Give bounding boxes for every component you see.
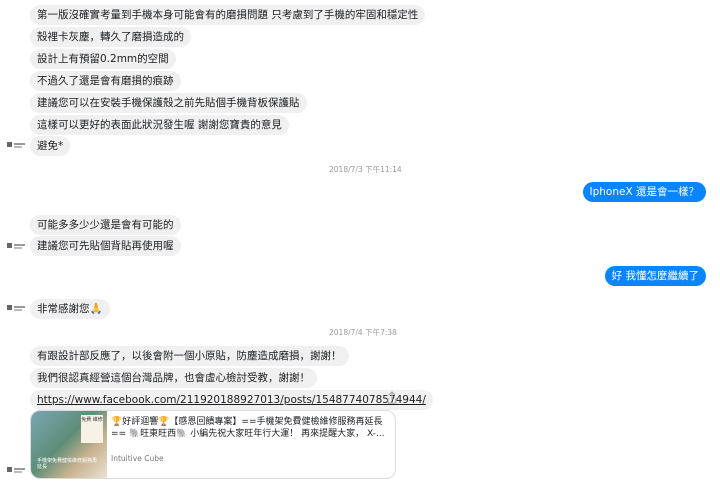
message-bubble: 殼裡卡灰塵，轉久了磨損造成的 [30, 27, 191, 47]
page-avatar[interactable] [6, 302, 26, 314]
thumbnail-caption: 手機架免費健檢維修服務再延長 [37, 458, 98, 470]
page-avatar[interactable] [6, 139, 26, 151]
page-avatar[interactable] [6, 240, 26, 252]
message-bubble: 建議您可以在安裝手機保護殼之前先貼個手機背板保護貼 [30, 93, 307, 113]
post-link[interactable]: https://www.facebook.com/211920188927013… [37, 394, 426, 406]
page-avatar[interactable] [6, 464, 26, 476]
preview-text: 🏆好評迴響🏆【感恩回饋專案】==手機架免費健檢維修服務再延長== 🐘旺東旺西🐘 … [111, 417, 385, 439]
message-bubble: 這樣可以更好的表面此狀況發生喔 謝謝您寶貴的意見 [30, 115, 289, 135]
message-bubble: https://www.facebook.com/211920188927013… [30, 390, 433, 410]
timestamp: 2018/7/4 下午7:38 [329, 328, 397, 337]
message-bubble: 建議您可先貼個背貼再使用喔 [30, 236, 181, 256]
timestamp: 2018/7/3 下午11:14 [329, 165, 402, 174]
message-bubble: 不過久了還是會有磨損的痕跡 [30, 71, 181, 91]
thumbnail-badge: 免費 維修 [81, 415, 103, 443]
message-bubble: 非常感謝您🙏 [30, 299, 110, 319]
message-bubble: 可能多多少少還是會有可能的 [30, 215, 181, 235]
message-bubble: 避免* [30, 136, 71, 156]
preview-thumbnail: 免費 維修 手機架免費健檢維修服務再延長 [31, 411, 107, 478]
preview-source: Intuitive Cube [111, 454, 164, 463]
my-message-bubble: IphoneX 還是會一樣？ [582, 182, 706, 202]
link-preview-card[interactable]: 免費 維修 手機架免費健檢維修服務再延長 🏆好評迴響🏆【感恩回饋專案】==手機架… [30, 410, 396, 479]
message-bubble: 有跟設計部反應了，以後會附一個小原貼，防塵造成磨損，謝謝！ [30, 346, 349, 366]
message-bubble: 第一版沒確實考量到手機本身可能會有的磨損問題 只考慮到了手機的牢固和穩定性 [30, 5, 426, 25]
message-bubble: 設計上有預留0.2mm的空間 [30, 49, 176, 69]
share-icon[interactable] [386, 390, 398, 404]
message-bubble: 我們很認真經營這個台灣品牌，也會虛心檢討受教，謝謝！ [30, 368, 317, 388]
my-message-bubble: 好 我懂怎麼繼續了 [604, 266, 706, 286]
